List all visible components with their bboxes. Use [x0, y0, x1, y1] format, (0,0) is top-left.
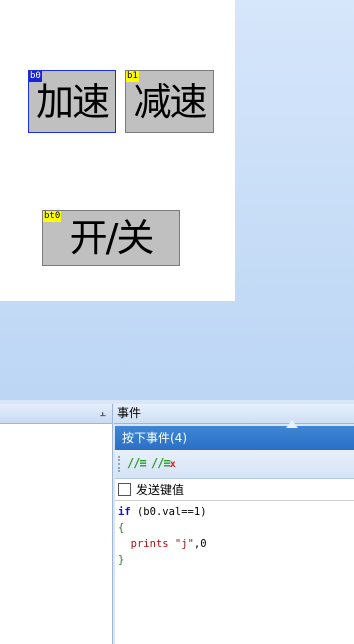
code-open-brace: { [118, 522, 125, 534]
code-toolbar: //≡ //≡x [115, 450, 354, 479]
on-off-toggle-button[interactable]: bt0 开/关 [42, 210, 180, 266]
code-function: prints [130, 538, 169, 550]
send-key-label: 发送键值 [136, 483, 185, 497]
code-args: ,0 [193, 538, 207, 550]
code-text[interactable]: if (b0.val==1) { prints "j",0 } [115, 501, 354, 568]
uncomment-lines-icon[interactable]: //≡x [151, 456, 176, 470]
tab-press-event[interactable]: 按下事件(4) [115, 426, 354, 450]
design-workspace: b0 加速 b1 减速 bt0 开/关 [0, 0, 354, 400]
component-id-tag: b0 [29, 71, 42, 82]
toolbar-grip-icon[interactable] [118, 456, 122, 472]
left-panel-header: ⫠ [0, 404, 112, 424]
left-dock-panel: ⫠ [0, 404, 113, 644]
speed-up-button[interactable]: b0 加速 [28, 70, 116, 133]
comment-lines-icon[interactable]: //≡ [127, 456, 147, 470]
event-panel-title: 事件 [114, 404, 354, 424]
send-key-row: 发送键值 [115, 479, 354, 501]
bottom-dock: ⫠ 事件 按下事件(4) //≡ //≡x 发送键值 if (b0.val==1… [0, 400, 354, 644]
button-label: 开/关 [69, 216, 155, 260]
button-label: 减速 [133, 79, 207, 124]
component-id-tag: b1 [126, 71, 139, 82]
slow-down-button[interactable]: b1 减速 [125, 70, 214, 133]
event-panel: 事件 按下事件(4) //≡ //≡x 发送键值 if (b0.val==1) … [114, 404, 354, 644]
code-close-brace: } [118, 554, 125, 566]
send-key-checkbox[interactable] [118, 483, 131, 496]
hmi-canvas[interactable]: b0 加速 b1 减速 bt0 开/关 [0, 0, 235, 301]
code-editor[interactable]: 发送键值 if (b0.val==1) { prints "j",0 } [115, 479, 354, 644]
code-string: "j" [174, 538, 194, 550]
component-id-tag: bt0 [43, 211, 62, 222]
code-condition: (b0.val==1) [136, 506, 207, 518]
tab-indicator-icon [286, 420, 298, 428]
button-label: 加速 [35, 79, 110, 124]
pin-icon[interactable]: ⫠ [99, 406, 106, 420]
code-keyword: if [118, 506, 131, 518]
